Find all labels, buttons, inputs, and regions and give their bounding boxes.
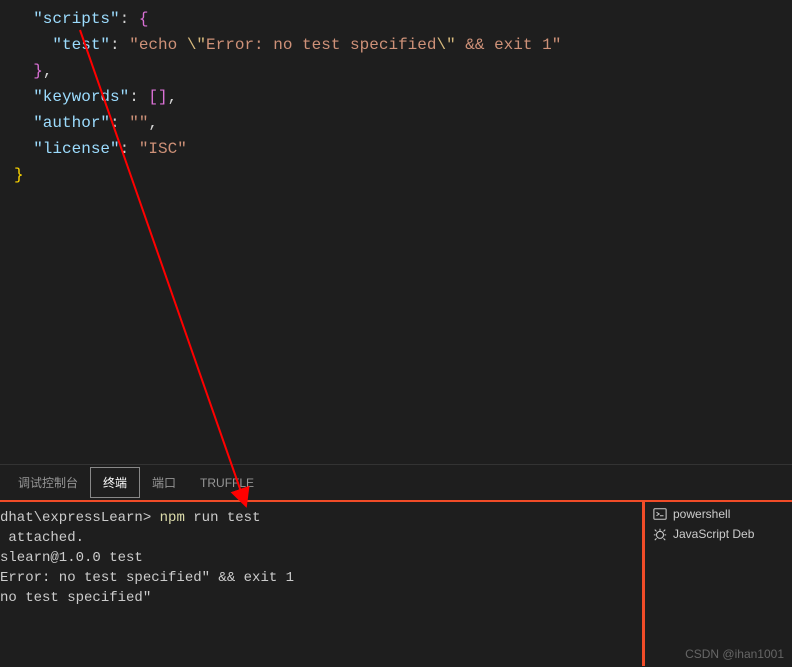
terminal-item[interactable]: JavaScript Deb [645,524,792,544]
terminal-line: dhat\expressLearn> npm run test [0,508,642,528]
panel-tab-ports[interactable]: 端口 [140,468,188,497]
bug-icon [653,527,667,541]
terminal-sidebar: powershell JavaScript Deb [642,502,792,666]
powershell-icon [653,507,667,521]
code-line[interactable]: } [14,162,792,188]
code-line[interactable]: "keywords": [], [14,84,792,110]
code-line[interactable]: "test": "echo \"Error: no test specified… [14,32,792,58]
terminal-line: Error: no test specified" && exit 1 [0,568,642,588]
panel-tab-bar: 调试控制台终端端口TRUFFLE [0,465,792,500]
code-line[interactable]: "license": "ISC" [14,136,792,162]
code-editor[interactable]: "scripts": { "test": "echo \"Error: no t… [0,0,792,465]
terminal-item[interactable]: powershell [645,504,792,524]
terminal-panel: dhat\expressLearn> npm run test attached… [0,500,792,666]
terminal-line: attached. [0,528,642,548]
panel-tab-terminal[interactable]: 终端 [90,467,140,498]
panel-tab-debug-console[interactable]: 调试控制台 [6,468,90,497]
terminal-line: no test specified" [0,588,642,608]
code-line[interactable]: "author": "", [14,110,792,136]
panel-tab-truffle[interactable]: TRUFFLE [188,470,266,496]
code-line[interactable]: }, [14,58,792,84]
terminal-item-label: JavaScript Deb [673,527,754,541]
terminal-line: slearn@1.0.0 test [0,548,642,568]
terminal-output[interactable]: dhat\expressLearn> npm run test attached… [0,502,642,666]
watermark-text: CSDN @ihan1001 [685,647,784,661]
terminal-item-label: powershell [673,507,730,521]
code-line[interactable]: "scripts": { [14,6,792,32]
